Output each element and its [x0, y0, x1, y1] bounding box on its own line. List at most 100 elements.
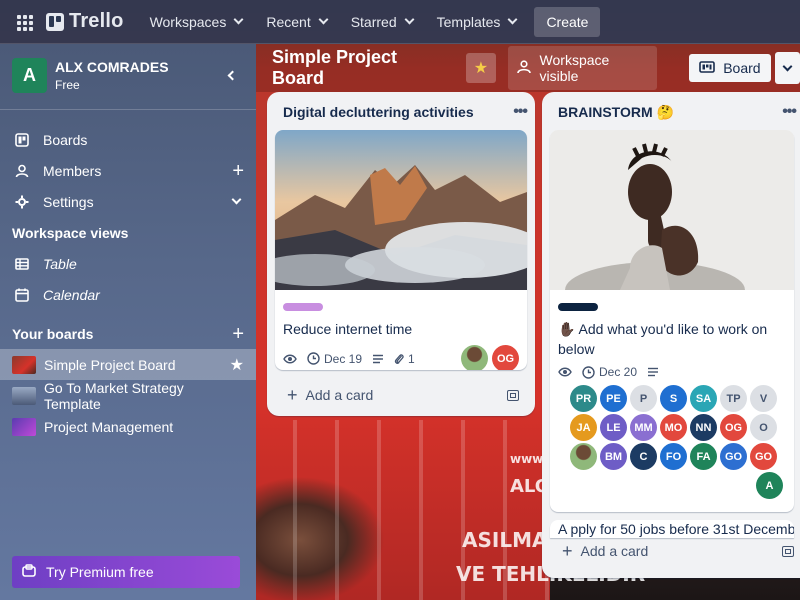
card-add-what-youd-like[interactable]: ✋🏿 Add what you'd like to work on below …	[550, 130, 794, 512]
member-avatar[interactable]: NN	[690, 414, 717, 441]
sidebar-item-boards[interactable]: Boards	[0, 124, 256, 155]
description-icon	[372, 354, 384, 364]
member-avatar[interactable]: O	[750, 414, 777, 441]
visibility-button[interactable]: Workspace visible	[507, 46, 658, 90]
star-icon[interactable]: ★	[230, 355, 244, 375]
add-member-icon[interactable]: +	[232, 161, 244, 181]
list-title[interactable]: BRAINSTORM 🤔	[558, 104, 674, 121]
chevron-down-icon[interactable]	[231, 194, 242, 205]
add-board-icon[interactable]: +	[232, 324, 244, 344]
collapse-sidebar-button[interactable]	[220, 64, 244, 88]
attachment-count: 1	[408, 351, 415, 366]
recent-menu[interactable]: Recent	[254, 6, 338, 38]
member-avatar[interactable]: OG	[492, 345, 519, 370]
chevron-down-icon	[318, 14, 329, 25]
templates-menu[interactable]: Templates	[425, 6, 529, 38]
plus-icon: +	[562, 541, 573, 561]
member-avatar[interactable]: A	[756, 472, 783, 499]
board-title[interactable]: Simple Project Board	[272, 47, 450, 89]
star-icon: ★	[473, 60, 489, 77]
member-avatar[interactable]: PE	[600, 385, 627, 412]
app-switcher-icon[interactable]	[12, 10, 36, 34]
sidebar-board-label: Project Management	[44, 418, 174, 435]
sidebar-board-simple-project[interactable]: Simple Project Board ★	[0, 349, 256, 380]
list-menu-icon[interactable]: •••	[513, 103, 528, 121]
sidebar-item-settings[interactable]: Settings	[0, 186, 256, 217]
sidebar-board-project-management[interactable]: Project Management	[0, 411, 256, 442]
member-avatar[interactable]: S	[660, 385, 687, 412]
list-menu-icon[interactable]: •••	[782, 103, 797, 121]
card-badges: Dec 20	[550, 359, 794, 379]
member-avatar[interactable]	[461, 345, 488, 370]
chevron-down-icon	[233, 14, 244, 25]
starred-menu[interactable]: Starred	[339, 6, 425, 38]
card-label[interactable]	[283, 303, 323, 311]
card-template-icon[interactable]	[507, 390, 519, 401]
sidebar-board-go-to-market[interactable]: Go To Market Strategy Template	[0, 379, 256, 412]
card-title: ✋🏿 Add what you'd like to work on below	[558, 321, 768, 357]
due-date-badge[interactable]: Dec 19	[307, 352, 362, 366]
list-title[interactable]: Digital decluttering activities	[283, 104, 474, 120]
chevron-left-icon	[227, 70, 237, 81]
sidebar-board-label: Go To Market Strategy Template	[43, 379, 184, 412]
sidebar-item-calendar[interactable]: Calendar	[0, 279, 256, 310]
workspace-plan: Free	[55, 78, 80, 92]
plus-icon: +	[287, 385, 298, 405]
member-avatar[interactable]: OG	[720, 414, 747, 441]
attachment-badge: 1	[394, 352, 415, 366]
member-avatar[interactable]	[570, 443, 597, 470]
watching-icon	[558, 367, 572, 377]
star-board-button[interactable]: ★	[466, 53, 496, 83]
member-avatar[interactable]: PR	[570, 385, 597, 412]
member-avatar[interactable]: BM	[600, 443, 627, 470]
member-avatar[interactable]: TP	[720, 385, 747, 412]
trello-logo[interactable]: Trello	[46, 10, 124, 33]
card-template-icon[interactable]	[782, 546, 794, 557]
recent-menu-label: Recent	[266, 13, 311, 30]
member-avatar[interactable]: V	[750, 385, 777, 412]
member-avatar[interactable]: P	[630, 385, 657, 412]
workspaces-menu[interactable]: Workspaces	[138, 6, 255, 38]
member-avatar[interactable]: FO	[660, 443, 687, 470]
due-date-badge[interactable]: Dec 20	[582, 365, 637, 379]
gear-icon	[12, 195, 32, 209]
list-header[interactable]: Digital decluttering activities •••	[267, 92, 535, 132]
member-avatar[interactable]: GO	[720, 443, 747, 470]
card-reduce-internet-time[interactable]: Reduce internet time Dec 19 1 OG	[275, 130, 527, 370]
sidebar-item-label: Settings	[43, 193, 94, 210]
card-cover-image	[275, 130, 527, 290]
sidebar-item-table[interactable]: Table	[0, 248, 256, 279]
trello-logo-icon	[46, 12, 64, 31]
due-date: Dec 19	[324, 351, 363, 366]
workspaces-menu-label: Workspaces	[149, 13, 227, 30]
sidebar-item-label: Calendar	[43, 286, 100, 303]
sidebar-item-label: Table	[43, 255, 77, 272]
more-views-button[interactable]	[774, 52, 800, 84]
people-icon	[516, 59, 532, 77]
sidebar: A ALX COMRADES Free Boards Members + Set…	[0, 44, 256, 600]
add-card-button[interactable]: + Add a card	[562, 542, 762, 560]
workspace-views-label: Workspace views	[12, 224, 129, 241]
board-thumbnail	[12, 355, 36, 374]
board-view-button[interactable]: Board	[689, 54, 771, 82]
add-card-button[interactable]: + Add a card	[287, 386, 507, 404]
member-avatar[interactable]: GO	[750, 443, 777, 470]
templates-menu-label: Templates	[436, 13, 501, 30]
member-avatar[interactable]: MO	[660, 414, 687, 441]
member-avatar[interactable]: SA	[690, 385, 717, 412]
workspace-avatar[interactable]: A	[12, 58, 47, 93]
member-avatar[interactable]: MM	[630, 414, 657, 441]
create-button[interactable]: Create	[534, 6, 601, 37]
member-avatar[interactable]: C	[630, 443, 657, 470]
member-avatar[interactable]: LE	[600, 414, 627, 441]
member-avatar[interactable]: FA	[690, 443, 717, 470]
logo-text: Trello	[69, 10, 124, 32]
list-header[interactable]: BRAINSTORM 🤔 •••	[542, 92, 800, 132]
card-label[interactable]	[558, 303, 598, 311]
member-avatar[interactable]: JA	[570, 414, 597, 441]
workspace-name[interactable]: ALX COMRADES	[55, 59, 220, 75]
try-premium-button[interactable]: Try Premium free	[12, 556, 240, 588]
card-apply-for-jobs[interactable]: A pply for 50 jobs before 31st December	[550, 520, 794, 538]
clock-icon	[582, 365, 595, 379]
sidebar-item-members[interactable]: Members +	[0, 155, 256, 186]
